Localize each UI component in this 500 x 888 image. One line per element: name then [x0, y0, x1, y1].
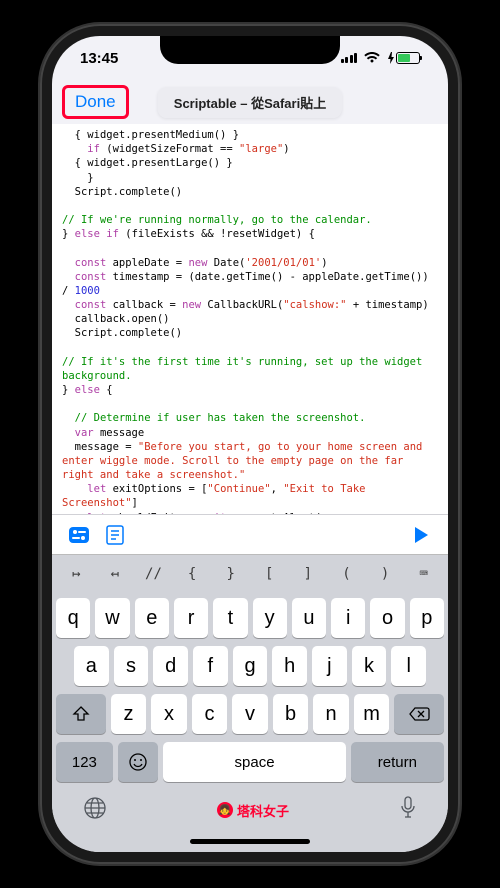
- symbol-row: ↦ ↤ // { } [ ] ( ) ⌨: [52, 554, 448, 592]
- key-e[interactable]: e: [135, 598, 169, 638]
- key-h[interactable]: h: [272, 646, 307, 686]
- key-u[interactable]: u: [292, 598, 326, 638]
- key-z[interactable]: z: [111, 694, 147, 734]
- sym-bracket-close[interactable]: ]: [290, 560, 327, 588]
- key-b[interactable]: b: [273, 694, 309, 734]
- key-v[interactable]: v: [232, 694, 268, 734]
- signal-icon: [341, 53, 358, 63]
- status-indicators: [341, 52, 421, 64]
- sym-keyboard-icon[interactable]: ⌨: [405, 560, 442, 588]
- brand-watermark: 👧 塔科女子: [217, 801, 289, 820]
- brand-text: 塔科女子: [237, 801, 289, 820]
- key-k[interactable]: k: [352, 646, 387, 686]
- key-shift[interactable]: [56, 694, 106, 734]
- key-backspace[interactable]: [394, 694, 444, 734]
- settings-icon[interactable]: [68, 524, 90, 546]
- wifi-icon: [364, 52, 380, 64]
- editor-toolbar: [52, 514, 448, 554]
- key-x[interactable]: x: [151, 694, 187, 734]
- sym-bracket-open[interactable]: [: [251, 560, 288, 588]
- status-time: 13:45: [80, 50, 118, 67]
- key-w[interactable]: w: [95, 598, 129, 638]
- key-r[interactable]: r: [174, 598, 208, 638]
- key-q[interactable]: q: [56, 598, 90, 638]
- key-d[interactable]: d: [153, 646, 188, 686]
- sym-tab-left[interactable]: ↤: [97, 560, 134, 588]
- play-button[interactable]: [410, 524, 432, 546]
- key-o[interactable]: o: [370, 598, 404, 638]
- sym-paren-open[interactable]: (: [328, 560, 365, 588]
- key-g[interactable]: g: [233, 646, 268, 686]
- key-p[interactable]: p: [410, 598, 444, 638]
- key-n[interactable]: n: [313, 694, 349, 734]
- key-123[interactable]: 123: [56, 742, 113, 782]
- battery-icon: [387, 52, 420, 64]
- key-m[interactable]: m: [354, 694, 390, 734]
- sym-comment[interactable]: //: [135, 560, 172, 588]
- phone-screen: 13:45 Done Scriptable – 從Safari貼上 { widg…: [52, 36, 448, 852]
- sym-brace-close[interactable]: }: [212, 560, 249, 588]
- sym-paren-close[interactable]: ): [367, 560, 404, 588]
- key-space[interactable]: space: [163, 742, 345, 782]
- brand-icon: 👧: [217, 802, 233, 818]
- key-t[interactable]: t: [213, 598, 247, 638]
- mic-icon[interactable]: [398, 795, 418, 826]
- keyboard-bottom-bar: 👧 塔科女子: [52, 790, 448, 830]
- key-return[interactable]: return: [351, 742, 444, 782]
- nav-title: Scriptable – 從Safari貼上: [158, 87, 342, 118]
- sym-tab-right[interactable]: ↦: [58, 560, 95, 588]
- phone-frame: 13:45 Done Scriptable – 從Safari貼上 { widg…: [40, 24, 460, 864]
- notch: [160, 36, 340, 64]
- key-a[interactable]: a: [74, 646, 109, 686]
- key-j[interactable]: j: [312, 646, 347, 686]
- document-icon[interactable]: [104, 524, 126, 546]
- key-emoji[interactable]: [118, 742, 159, 782]
- nav-bar: Done Scriptable – 從Safari貼上: [52, 80, 448, 124]
- key-f[interactable]: f: [193, 646, 228, 686]
- key-l[interactable]: l: [391, 646, 426, 686]
- code-editor[interactable]: { widget.presentMedium() } if (widgetSiz…: [52, 124, 448, 514]
- globe-icon[interactable]: [82, 795, 108, 826]
- key-c[interactable]: c: [192, 694, 228, 734]
- keyboard: q w e r t y u i o p a s d f g h j k l: [52, 592, 448, 790]
- key-i[interactable]: i: [331, 598, 365, 638]
- home-indicator[interactable]: [52, 830, 448, 852]
- key-s[interactable]: s: [114, 646, 149, 686]
- sym-brace-open[interactable]: {: [174, 560, 211, 588]
- key-y[interactable]: y: [253, 598, 287, 638]
- done-button[interactable]: Done: [62, 85, 129, 119]
